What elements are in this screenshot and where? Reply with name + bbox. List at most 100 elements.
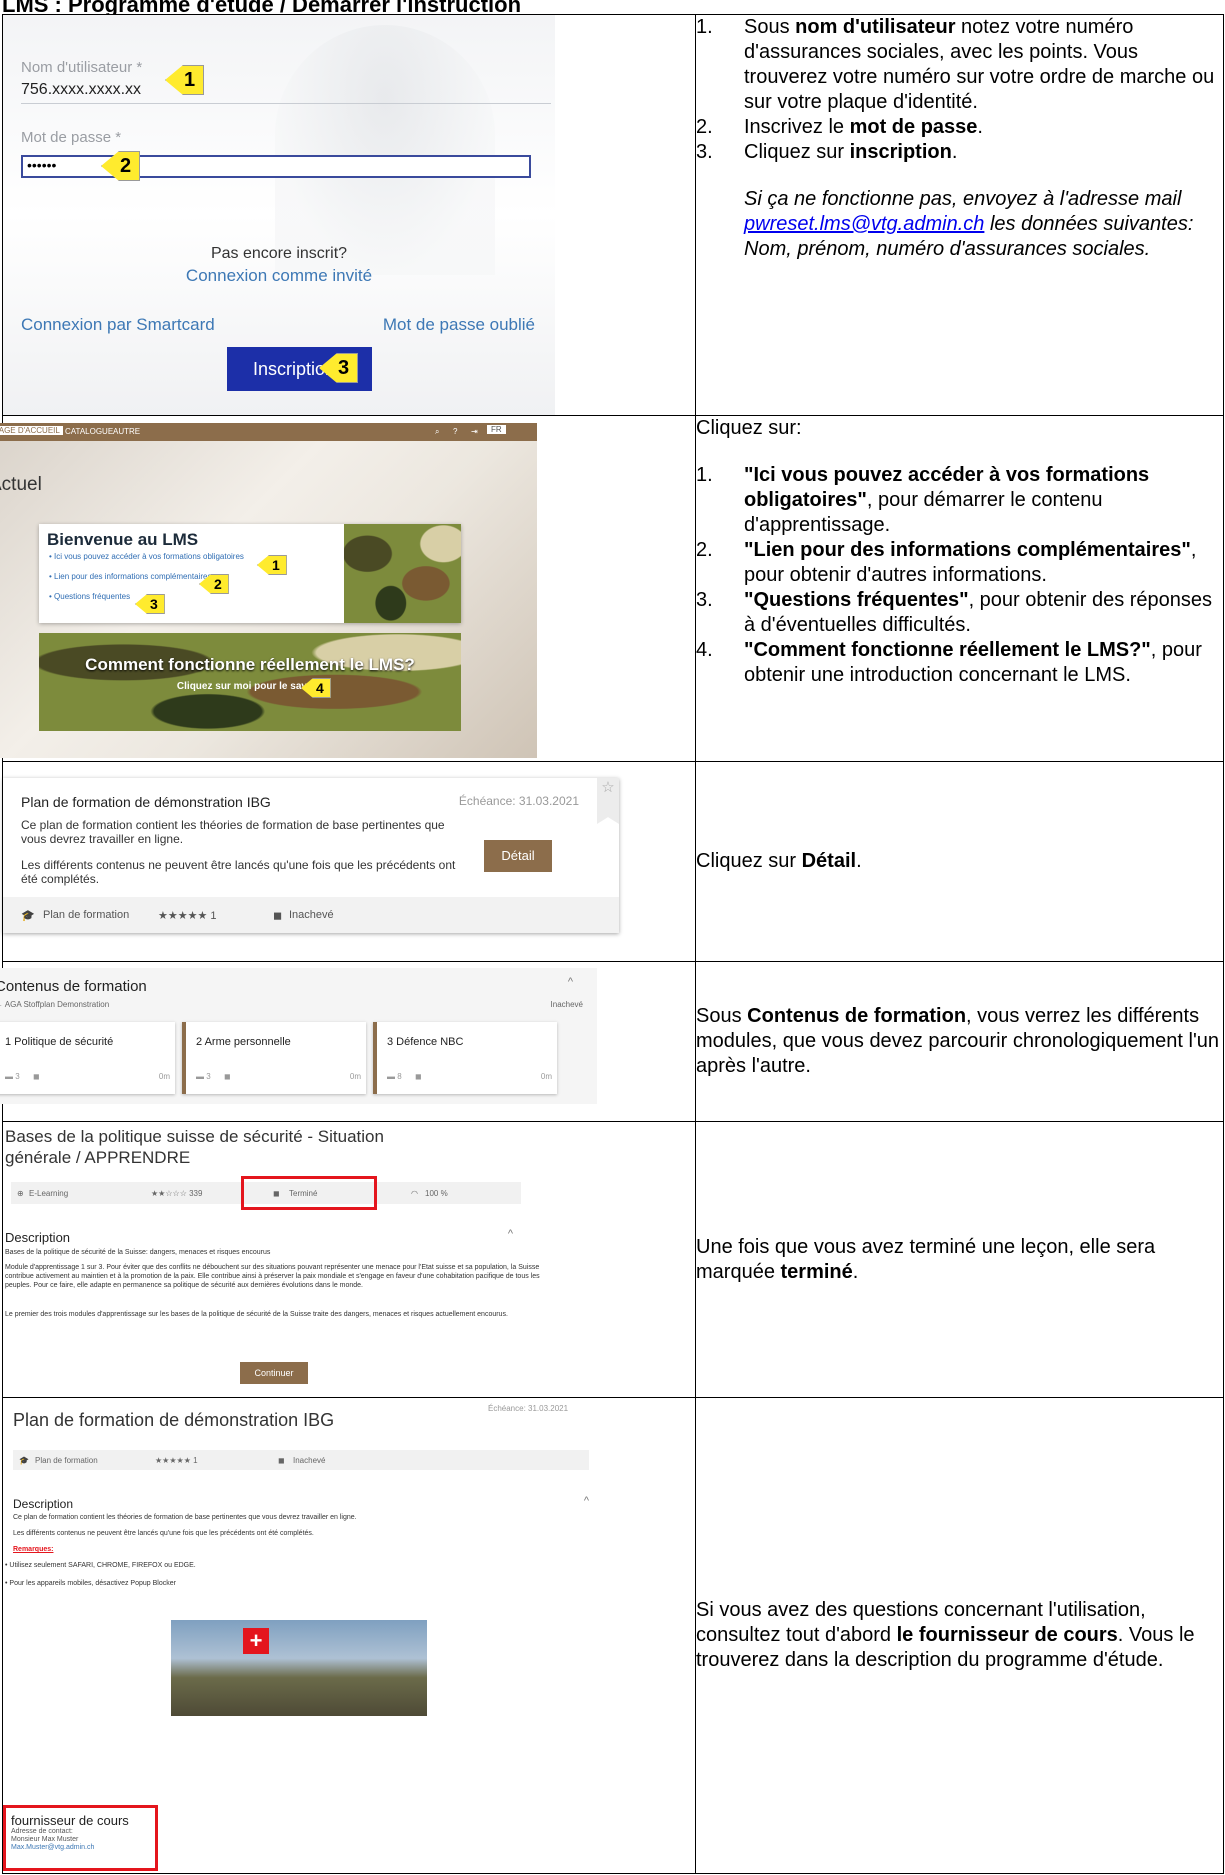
plan-footer: 🎓 Plan de formation ★★★★★ 1 ◼ Inachevé <box>3 897 619 933</box>
completed-highlight <box>241 1176 377 1210</box>
bullet-item: • Utilisez seulement SAFARI, CHROME, FIR… <box>5 1562 196 1569</box>
desc-line: Les différents contenus ne peuvent être … <box>13 1530 314 1537</box>
username-field[interactable]: 756.xxxx.xxxx.xx <box>21 81 141 99</box>
email-link[interactable]: pwreset.lms@vtg.admin.ch <box>744 213 984 235</box>
login-screenshot: Nom d'utilisateur * 756.xxxx.xxxx.xx 1 M… <box>2 14 696 416</box>
deadline: Échéance: 31.03.2021 <box>458 794 579 808</box>
plan-description: Ce plan de formation contient les théori… <box>21 818 445 846</box>
collapse-icon[interactable]: ^ <box>508 1228 513 1240</box>
nav-catalog[interactable]: CATALOGUE <box>65 427 113 436</box>
module-card[interactable]: 2 Arme personnelle ▬ 3 ◼ 0m <box>182 1022 366 1094</box>
provider-email[interactable]: Max.Muster@vtg.admin.ch <box>11 1844 150 1852</box>
forgot-password-link[interactable]: Mot de passe oublié <box>383 315 535 335</box>
callout-1: 1 <box>165 65 205 95</box>
home-instructions: Cliquez sur: 1. "Ici vous pouvez accéder … <box>695 415 1224 762</box>
desc-line: Bases de la politique de sécurité de la … <box>5 1249 271 1256</box>
intro-text: Cliquez sur: <box>696 417 802 439</box>
module-card[interactable]: 1 Politique de sécurité ▬ 3 ◼ 0m <box>0 1022 175 1094</box>
step-item: 3. Cliquez sur inscription. <box>696 141 958 163</box>
welcome-title: Bienvenue au LMS <box>47 530 199 549</box>
search-icon[interactable]: ⌕ <box>435 427 439 437</box>
login-form: Nom d'utilisateur * 756.xxxx.xxxx.xx 1 M… <box>3 15 555 415</box>
provider-screenshot: Plan de formation de démonstration IBG É… <box>2 1397 696 1874</box>
training-contents: Contenus de formation ^ ← AGA Stoffplan … <box>0 968 597 1104</box>
step-item: 2. "Lien pour des informations complément… <box>696 539 1197 586</box>
home-page: PAGE D'ACCUEIL CATALOGUE AUTRE ⌕ ? ⇥ FR … <box>0 423 537 758</box>
plan-detail-page: Plan de formation de démonstration IBG É… <box>3 1400 613 1873</box>
language-select[interactable]: FR <box>487 425 506 434</box>
globe-icon: ⊕ <box>17 1189 24 1198</box>
fallback-note: Si ça ne fonctionne pas, envoyez à l'adr… <box>744 188 1194 260</box>
banner-title: Comment fonctionne réellement le LMS? <box>85 655 415 674</box>
current-heading: Actuel <box>0 474 42 495</box>
callout-1: 1 <box>257 555 287 575</box>
nav-home[interactable]: PAGE D'ACCUEIL <box>0 426 63 435</box>
password-label: Mot de passe * <box>21 129 122 146</box>
collapse-icon[interactable]: ^ <box>568 976 573 988</box>
provider-title: fournisseur de cours <box>11 1813 129 1828</box>
instruction-table: Nom d'utilisateur * 756.xxxx.xxxx.xx 1 M… <box>0 14 1224 1874</box>
desc-line: Module d'apprentissage 1 sur 3. Pour évi… <box>5 1264 540 1289</box>
contents-breadcrumb[interactable]: ← AGA Stoffplan Demonstration <box>0 1000 109 1009</box>
plan-screenshot: Plan de formation de démonstration IBG É… <box>2 761 696 962</box>
plan-card: Plan de formation de démonstration IBG É… <box>3 778 619 933</box>
row-login: Nom d'utilisateur * 756.xxxx.xxxx.xx 1 M… <box>2 14 1224 416</box>
lesson-title: Bases de la politique suisse de sécurité… <box>5 1127 384 1167</box>
plan-meta: 🎓 Plan de formation ★★★★★ 1 ◼ Inachevé <box>13 1450 589 1470</box>
background-building <box>275 25 495 275</box>
help-icon[interactable]: ? <box>453 427 457 436</box>
graduation-cap-icon: 🎓 <box>21 910 35 922</box>
module-card[interactable]: 3 Défence NBC ▬ 8 ◼ 0m <box>373 1022 557 1094</box>
card-link-mandatory[interactable]: • Ici vous pouvez accéder à vos formatio… <box>49 552 244 572</box>
contents-screenshot: Contenus de formation ^ ← AGA Stoffplan … <box>0 961 696 1122</box>
deadline: Échéance: 31.03.2021 <box>488 1404 569 1413</box>
row-contents: Contenus de formation ^ ← AGA Stoffplan … <box>0 961 1224 1122</box>
row-provider: Plan de formation de démonstration IBG É… <box>2 1397 1224 1874</box>
collapse-icon[interactable]: ^ <box>584 1495 589 1507</box>
lesson-instructions: Une fois que vous avez terminé une leçon… <box>695 1121 1224 1398</box>
gauge-icon: ◠ <box>411 1189 418 1198</box>
row-plan: Plan de formation de démonstration IBG É… <box>2 761 1224 962</box>
smartcard-link[interactable]: Connexion par Smartcard <box>21 315 215 335</box>
banner-subtitle: Cliquez sur moi pour le savoir! <box>176 681 324 692</box>
username-underline <box>21 103 551 104</box>
contents-title: Contenus de formation <box>0 978 147 995</box>
course-provider-box: fournisseur de cours Adresse de contact:… <box>3 1805 158 1871</box>
step-item: 4. "Comment fonctionne réellement le LMS?… <box>696 639 1202 686</box>
plan-title: Plan de formation de démonstration IBG <box>13 1410 335 1430</box>
contents-instructions: Sous Contenus de formation, vous verrez … <box>695 961 1224 1122</box>
plan-instructions: Cliquez sur Détail. <box>695 761 1224 962</box>
welcome-card: Bienvenue au LMS • Ici vous pouvez accéd… <box>39 524 461 623</box>
step-item: 3. "Questions fréquentes", pour obtenir d… <box>696 589 1213 636</box>
password-field[interactable]: •••••• <box>21 155 531 178</box>
lms-banner[interactable]: Comment fonctionne réellement le LMS? Cl… <box>39 633 461 731</box>
provider-instructions: Si vous avez des questions concernant l'… <box>695 1397 1224 1874</box>
description-heading: Description <box>5 1230 71 1245</box>
remarks-label: Remarques: <box>13 1546 54 1553</box>
graduation-cap-icon: 🎓 <box>19 1456 29 1465</box>
continue-button[interactable]: Continuer <box>240 1362 308 1384</box>
nav-other[interactable]: AUTRE <box>113 427 140 436</box>
guest-login-link[interactable]: Connexion comme invité <box>3 266 555 286</box>
plan-type: Plan de formation <box>43 909 130 921</box>
logout-icon[interactable]: ⇥ <box>471 427 478 436</box>
detail-button[interactable]: Détail <box>484 840 552 872</box>
toggle-icon: ◼ <box>278 1456 285 1465</box>
login-instructions: 1. Sous nom d'utilisateur notez votre num… <box>695 14 1224 416</box>
swiss-flag-icon: + <box>243 1628 269 1654</box>
step-item: 1. "Ici vous pouvez accéder à vos formati… <box>696 464 1150 536</box>
favorite-star-icon[interactable]: ☆ <box>597 778 619 824</box>
soldiers-photo: + <box>171 1620 427 1716</box>
toggle-icon: ◼ <box>273 910 283 922</box>
home-screenshot: PAGE D'ACCUEIL CATALOGUE AUTRE ⌕ ? ⇥ FR … <box>0 415 696 762</box>
row-home: PAGE D'ACCUEIL CATALOGUE AUTRE ⌕ ? ⇥ FR … <box>0 415 1224 762</box>
bullet-item: • Pour les appareils mobiles, désactivez… <box>5 1580 176 1587</box>
provider-contact-label: Adresse de contact: <box>11 1828 73 1835</box>
row-lesson: Bases de la politique suisse de sécurité… <box>2 1121 1224 1398</box>
top-nav: PAGE D'ACCUEIL CATALOGUE AUTRE ⌕ ? ⇥ FR <box>0 423 537 441</box>
plan-rating: ★★★★★ 1 <box>158 910 217 922</box>
plan-note: Les différents contenus ne peuvent être … <box>21 858 456 886</box>
desc-line: Le premier des trois modules d'apprentis… <box>5 1311 508 1318</box>
camo-image <box>344 524 461 623</box>
description-heading: Description <box>13 1497 74 1511</box>
